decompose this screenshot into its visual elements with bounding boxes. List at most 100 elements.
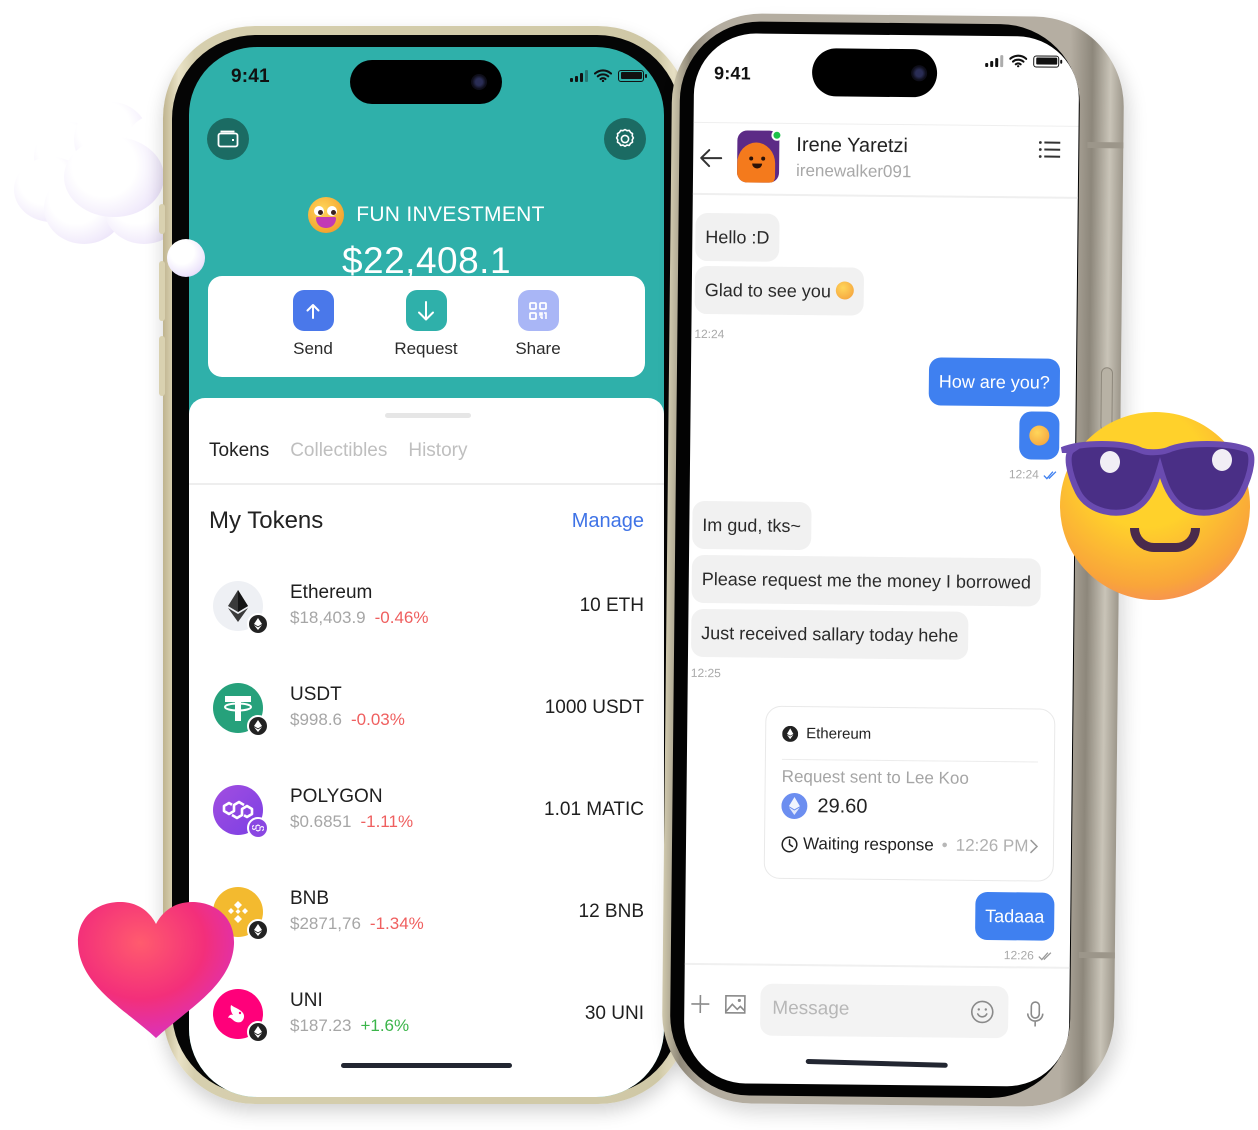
image-icon[interactable] — [724, 993, 746, 1015]
ethereum-chain-icon — [247, 715, 269, 737]
message-text: Tadaaa — [985, 905, 1045, 927]
wallet-screen: 9:41 FUN INVESTMENT $22,408.1 Send Reque… — [189, 47, 664, 1097]
beaming-face-emoji — [835, 281, 855, 300]
message-text: Just received sallary today hehe — [701, 622, 959, 646]
contact-name: Irene Yaretzi — [796, 133, 908, 158]
list-menu-icon[interactable] — [1038, 139, 1061, 159]
message-timestamp: 12:24 — [694, 326, 725, 342]
token-price: $187.23 — [290, 1016, 352, 1035]
incoming-message[interactable]: Im gud, tks~ — [692, 500, 812, 551]
home-indicator[interactable] — [341, 1063, 512, 1068]
token-row[interactable]: USDT $998.6 -0.03% 1000 USDT — [189, 683, 664, 753]
token-row[interactable]: Ethereum $18,403.9 -0.46% 10 ETH — [189, 581, 664, 651]
outgoing-message[interactable]: Tadaaa — [974, 891, 1055, 941]
token-row[interactable]: POLYGON $0.6851 -1.11% 1.01 MATIC — [189, 785, 664, 855]
volume-down-button — [159, 336, 165, 396]
incoming-message[interactable]: Just received sallary today hehe — [690, 608, 969, 660]
volume-up-button — [159, 261, 165, 321]
incoming-message[interactable]: Please request me the money I borrowed — [691, 554, 1042, 607]
ethereum-coin-icon — [781, 792, 808, 819]
token-name: UNI — [290, 990, 323, 1011]
battery-icon — [618, 69, 647, 82]
arrow-up-icon — [306, 303, 320, 319]
token-price: $18,403.9 — [290, 608, 366, 627]
wallet-phone: 9:41 FUN INVESTMENT $22,408.1 Send Reque… — [159, 26, 690, 1104]
wallet-icon — [217, 130, 239, 148]
thought-bubble-small-decoration — [167, 239, 205, 277]
token-name: Ethereum — [290, 582, 373, 603]
message-input[interactable]: Message — [760, 983, 1009, 1039]
ethereum-chain-icon — [247, 919, 269, 941]
ethereum-chain-icon — [247, 613, 269, 635]
delivered-checkmarks-icon — [1038, 951, 1052, 961]
request-label: Request — [394, 339, 458, 358]
heart-decoration — [77, 902, 235, 1038]
request-description: Request sent to Lee Koo — [781, 766, 969, 788]
microphone-icon[interactable] — [1026, 1000, 1044, 1028]
emoji-picker-icon[interactable] — [970, 1000, 994, 1024]
ethereum-network-icon — [782, 725, 799, 742]
chat-header: Irene Yaretzi irenewalker091 — [693, 32, 1080, 183]
wallet-button[interactable] — [207, 118, 249, 160]
token-change: +1.6% — [360, 1016, 410, 1035]
message-text: Glad to see you — [704, 280, 832, 302]
token-row[interactable]: BNB $2871,76 -1.34% 12 BNB — [189, 887, 664, 957]
token-change: -1.11% — [360, 812, 414, 831]
composer-divider — [684, 962, 1070, 969]
header-divider — [692, 192, 1078, 199]
status-time: 9:41 — [231, 66, 270, 87]
sheet-grabber[interactable] — [385, 413, 471, 418]
send-button[interactable]: Send — [268, 290, 358, 359]
polygon-chain-icon — [247, 817, 269, 839]
back-arrow-icon[interactable] — [699, 148, 723, 168]
token-price: $998.6 — [290, 710, 342, 729]
plus-icon[interactable] — [689, 993, 711, 1015]
payment-request-card[interactable]: Ethereum Request sent to Lee Koo 29.60 W… — [763, 705, 1056, 882]
arrow-down-icon — [418, 300, 434, 320]
token-amount: 1.01 MATIC — [544, 799, 644, 820]
clock-icon — [781, 835, 798, 852]
message-text: Hello :D — [705, 227, 770, 248]
settings-button[interactable] — [604, 118, 646, 160]
wifi-icon — [594, 69, 612, 82]
message-timestamp-row: 12:26 — [1004, 948, 1054, 963]
token-change: -1.34% — [369, 914, 424, 933]
token-name: POLYGON — [290, 786, 383, 807]
tab-history[interactable]: History — [408, 440, 467, 462]
token-change: -0.03% — [351, 710, 405, 729]
ethereum-chain-icon — [247, 1021, 269, 1043]
chat-screen: 9:41 Irene Yaretzi irenewalker091 Hello … — [683, 32, 1080, 1087]
separator-dot: • — [941, 835, 948, 855]
token-amount: 1000 USDT — [544, 697, 644, 718]
token-price: $0.6851 — [290, 812, 352, 831]
token-amount: 10 ETH — [579, 595, 644, 616]
share-button[interactable]: Share — [493, 290, 583, 359]
quick-actions-card: Send Request Share — [208, 276, 645, 377]
request-button[interactable]: Request — [381, 290, 471, 359]
message-timestamp: 12:24 — [1008, 467, 1039, 482]
message-timestamp: 12:26 — [1003, 948, 1034, 963]
send-label: Send — [293, 339, 333, 358]
tab-tokens[interactable]: Tokens — [209, 440, 269, 462]
share-label: Share — [515, 339, 561, 358]
home-indicator[interactable] — [805, 1058, 948, 1068]
message-placeholder: Message — [772, 997, 850, 1020]
token-row[interactable]: UNI $187.23 +1.6% 30 UNI — [189, 989, 664, 1059]
token-amount: 30 UNI — [584, 1003, 644, 1024]
tab-collectibles[interactable]: Collectibles — [290, 440, 387, 462]
incoming-message[interactable]: Glad to see you — [694, 265, 865, 316]
tokens-sheet: Tokens Collectibles History My Tokens Ma… — [189, 398, 664, 1097]
dynamic-island — [350, 60, 502, 104]
network-name: Ethereum — [806, 725, 872, 743]
account-header: FUN INVESTMENT — [189, 197, 664, 233]
grinning-face-emoji — [308, 197, 345, 233]
chevron-right-icon[interactable] — [1029, 838, 1039, 854]
beaming-face-emoji — [1029, 425, 1050, 446]
token-name: USDT — [290, 684, 342, 705]
contact-handle: irenewalker091 — [795, 160, 912, 182]
outgoing-message[interactable]: How are you? — [928, 357, 1061, 407]
message-text: Please request me the money I borrowed — [701, 568, 1032, 593]
incoming-message[interactable]: Hello :D — [695, 212, 780, 262]
manage-link[interactable]: Manage — [572, 510, 644, 533]
message-text: Im gud, tks~ — [702, 515, 802, 537]
